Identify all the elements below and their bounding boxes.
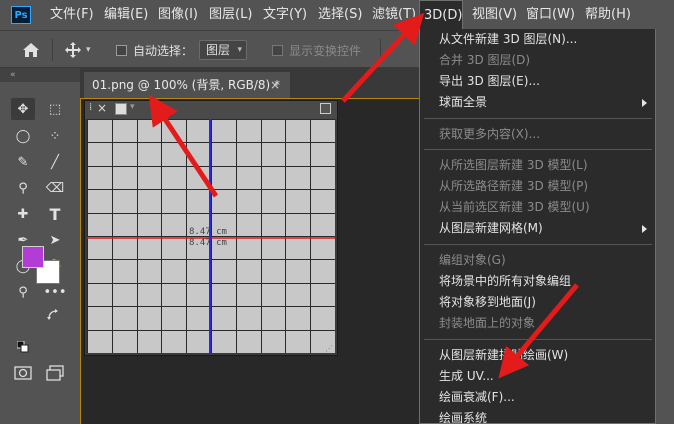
lasso-tool-icon[interactable]: ◯ [11,125,35,147]
menu-item-3d: 获取更多内容(X)... [439,127,541,141]
menu-bar: Ps 文件(F) 编辑(E) 图像(I) 图层(L) 文字(Y) 选择(S) 滤… [0,0,674,30]
zoom-tool-icon[interactable]: ⚲ [11,281,35,303]
menu-item-3d[interactable]: 生成 UV... [439,366,494,387]
menu-separator [424,118,652,119]
menu-item-3d[interactable]: 绘画衰减(F)... [439,387,515,408]
quick-mask-icon[interactable] [11,362,35,384]
submenu-arrow-icon [642,225,647,233]
menu-help[interactable]: 帮助(H) [581,0,635,30]
type-tool-icon[interactable]: T [43,203,67,225]
chevron-down-icon: ▾ [237,45,242,55]
menu-file[interactable]: 文件(F) [46,0,98,30]
eraser-icon[interactable]: ⌫ [43,177,67,199]
uv-panel-header: ⁞ × ▾ [85,101,337,119]
chevron-down-icon[interactable]: ▾ [86,45,91,55]
move-options-icon[interactable]: ▾ [64,31,91,69]
menu-item-3d[interactable]: 将场景中的所有对象编组 [439,271,571,292]
show-transform-group[interactable]: 显示变换控件 [272,31,361,69]
menu-item-3d: 合并 3D 图层(D) [439,53,531,67]
photoshop-logo[interactable]: Ps [11,6,31,24]
close-icon[interactable]: × [97,101,107,115]
download-icon[interactable] [115,103,127,115]
swap-colors-icon[interactable] [44,308,62,322]
menu-item-3d[interactable]: 从文件新建 3D 图层(N)... [439,29,577,50]
menu-separator [424,149,652,150]
auto-select-checkbox-group[interactable]: 自动选择： [116,31,193,69]
menu-filter[interactable]: 滤镜(T) [368,0,420,30]
show-transform-checkbox[interactable] [272,44,283,56]
document-tab-title: 01.png @ 100% (背景, RGB/8) * [92,78,281,92]
menu-separator [424,244,652,245]
menu-window[interactable]: 窗口(W) [522,0,579,30]
default-colors-icon[interactable] [16,340,30,354]
resize-grip-icon[interactable]: ⋰ [325,344,333,353]
menu-item-3d: 编组对象(G) [439,253,506,267]
artboard-tool-icon[interactable]: ⬚ [43,98,67,120]
collapse-panel-icon[interactable]: « [0,68,80,82]
brush-icon[interactable]: ╱ [43,151,67,173]
menu-item-3d: 从所选路径新建 3D 模型(P) [439,179,589,193]
options-divider [52,39,53,61]
screen-mode-icon[interactable] [43,362,67,384]
menu-select[interactable]: 选择(S) [314,0,366,30]
document-tab[interactable]: 01.png @ 100% (背景, RGB/8) * × [84,72,290,98]
foreground-color-swatch[interactable] [22,246,44,268]
menu-3d[interactable]: 3D(D) [419,0,463,30]
healing-icon[interactable]: ✚ [11,203,35,225]
auto-select-value[interactable]: 图层 ▾ [199,40,247,60]
show-transform-label: 显示变换控件 [289,43,362,58]
menu-image[interactable]: 图像(I) [154,0,202,30]
menu-type[interactable]: 文字(Y) [259,0,311,30]
auto-select-label: 自动选择： [133,43,194,58]
menu-item-3d: 从当前选区新建 3D 模型(U) [439,200,590,214]
menu-view[interactable]: 视图(V) [468,0,521,30]
chevron-down-icon[interactable]: ▾ [130,102,135,112]
quick-select-icon[interactable]: ⁘ [43,125,67,147]
measurement-label: 8.47 cm [189,238,227,248]
menu-item-3d[interactable]: 将对象移到地面(J) [439,292,536,313]
home-icon[interactable] [22,31,40,69]
menu-layer[interactable]: 图层(L) [205,0,256,30]
expand-panel-icon[interactable] [320,103,331,114]
auto-select-checkbox[interactable] [116,44,127,56]
menu-separator [424,339,652,340]
menu-item-3d[interactable]: 从图层新建拼贴绘画(W) [439,345,568,366]
eyedropper-icon[interactable]: ✎ [11,151,35,173]
uv-preview-panel[interactable]: ⁞ × ▾ 8.47 cm 8.47 cm ⋰ [84,100,338,356]
menu-item-3d[interactable]: 球面全景 [439,92,487,113]
menu-item-3d[interactable]: 绘画系统 [439,408,487,424]
move-tool-icon[interactable]: ✥ [11,98,35,120]
options-divider [380,39,381,61]
stamp-icon[interactable]: ⚲ [11,177,35,199]
right-panel-strip [656,29,674,424]
panel-grip-icon[interactable]: ⁞ [89,102,92,113]
submenu-arrow-icon [642,99,647,107]
menu-item-3d: 从所选图层新建 3D 模型(L) [439,158,588,172]
more-tools-icon[interactable]: ••• [43,281,67,303]
measurement-label: 8.47 cm [189,227,227,237]
menu-3d-dropdown: 从文件新建 3D 图层(N)... 合并 3D 图层(D) 导出 3D 图层(E).… [419,29,656,424]
menu-item-3d[interactable]: 导出 3D 图层(E)... [439,71,540,92]
menu-edit[interactable]: 编辑(E) [100,0,152,30]
auto-select-value-text: 图层 [206,43,231,57]
auto-select-dropdown[interactable]: 图层 ▾ [199,31,247,69]
close-icon[interactable]: × [270,72,280,98]
menu-item-3d: 封装地面上的对象 [439,316,536,330]
uv-grid-canvas[interactable]: 8.47 cm 8.47 cm ⋰ [87,119,335,353]
path-select-icon[interactable]: ➤ [43,229,67,251]
menu-item-3d[interactable]: 从图层新建网格(M) [439,218,543,239]
